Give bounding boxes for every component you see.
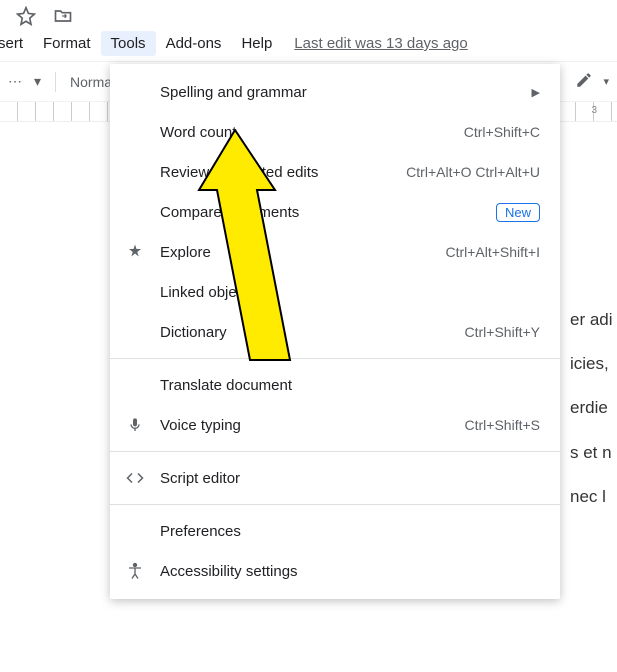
menu-label: Linked objects: [160, 284, 540, 301]
star-outline-icon[interactable]: [16, 6, 36, 31]
menu-label: Compare documents: [160, 204, 482, 221]
tools-dropdown: Spelling and grammar ▶ Word count Ctrl+S…: [110, 64, 560, 599]
menu-label: Spelling and grammar: [160, 84, 510, 101]
menu-review-suggested[interactable]: Review suggested edits Ctrl+Alt+O Ctrl+A…: [110, 152, 560, 192]
folder-move-icon[interactable]: [52, 6, 74, 31]
menu-separator: [110, 358, 560, 359]
menu-separator: [110, 451, 560, 452]
menu-voice-typing[interactable]: Voice typing Ctrl+Shift+S: [110, 405, 560, 445]
menubar: sert Format Tools Add-ons Help Last edit…: [0, 30, 617, 62]
menu-shortcut: Ctrl+Alt+Shift+I: [445, 244, 540, 260]
menu-label: Accessibility settings: [160, 563, 540, 580]
menu-help[interactable]: Help: [231, 31, 282, 56]
menu-label: Voice typing: [160, 417, 451, 434]
toolbar-divider: [55, 72, 56, 92]
chevron-down-icon[interactable]: ▾: [603, 75, 609, 88]
menu-script-editor[interactable]: Script editor: [110, 458, 560, 498]
menu-label: Word count: [160, 124, 450, 141]
accessibility-icon: [124, 562, 146, 580]
mic-icon: [124, 417, 146, 433]
menu-insert[interactable]: sert: [0, 31, 33, 56]
explore-icon: [124, 243, 146, 261]
menu-preferences[interactable]: Preferences: [110, 511, 560, 551]
menu-compare-docs[interactable]: Compare documents New: [110, 192, 560, 232]
toolbar-style[interactable]: Normal: [70, 74, 115, 90]
menu-format[interactable]: Format: [33, 31, 101, 56]
menu-accessibility[interactable]: Accessibility settings: [110, 551, 560, 591]
top-icon-row: [0, 0, 617, 32]
last-edit-link[interactable]: Last edit was 13 days ago: [294, 35, 467, 52]
menu-word-count[interactable]: Word count Ctrl+Shift+C: [110, 112, 560, 152]
menu-label: Script editor: [160, 470, 540, 487]
toolbar-caret[interactable]: ▾: [34, 73, 41, 90]
menu-translate[interactable]: Translate document: [110, 365, 560, 405]
menu-shortcut: Ctrl+Shift+S: [465, 417, 540, 433]
menu-shortcut: Ctrl+Shift+C: [464, 124, 540, 140]
menu-label: Translate document: [160, 377, 540, 394]
edit-pencil-icon[interactable]: [575, 71, 593, 92]
menu-linked-objects[interactable]: Linked objects: [110, 272, 560, 312]
code-icon: [124, 469, 146, 487]
menu-addons[interactable]: Add-ons: [156, 31, 232, 56]
menu-tools[interactable]: Tools: [101, 31, 156, 56]
ruler-number: 3: [591, 105, 597, 116]
new-badge: New: [496, 203, 540, 222]
menu-separator: [110, 504, 560, 505]
menu-label: Preferences: [160, 523, 540, 540]
menu-dictionary[interactable]: Dictionary Ctrl+Shift+Y: [110, 312, 560, 352]
menu-label: Explore: [160, 244, 431, 261]
menu-label: Dictionary: [160, 324, 451, 341]
menu-explore[interactable]: Explore Ctrl+Alt+Shift+I: [110, 232, 560, 272]
menu-spelling-grammar[interactable]: Spelling and grammar ▶: [110, 72, 560, 112]
submenu-arrow-icon: ▶: [532, 86, 540, 99]
menu-shortcut: Ctrl+Shift+Y: [465, 324, 540, 340]
toolbar-more[interactable]: ⋯: [8, 73, 22, 90]
menu-label: Review suggested edits: [160, 164, 392, 181]
menu-shortcut: Ctrl+Alt+O Ctrl+Alt+U: [406, 164, 540, 180]
